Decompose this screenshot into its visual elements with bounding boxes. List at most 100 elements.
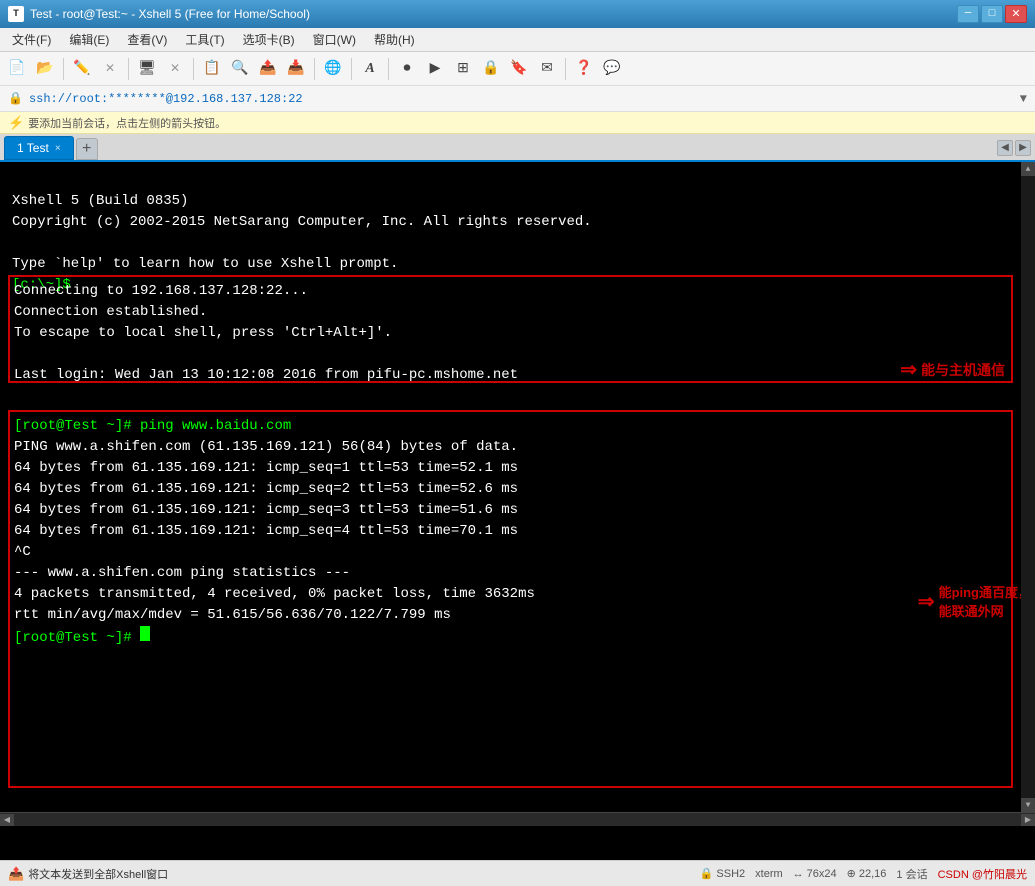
infobar: ⚡ 要添加当前会话，点击左侧的箭头按钮。 xyxy=(0,112,1035,134)
toolbar-pen[interactable]: ✏️ xyxy=(69,56,95,82)
infobar-text: 要添加当前会话，点击左侧的箭头按钮。 xyxy=(28,115,226,131)
toolbar-sep3 xyxy=(193,58,194,80)
titlebar-title: Test - root@Test:~ - Xshell 5 (Free for … xyxy=(30,7,310,21)
cursor xyxy=(140,626,150,641)
lock-icon-status: 🔒 xyxy=(700,867,714,880)
toolbar-transfer2[interactable]: 📥 xyxy=(283,56,309,82)
menu-file[interactable]: 文件(F) xyxy=(4,29,59,50)
toolbar-lock[interactable]: 🔒 xyxy=(478,56,504,82)
status-brand-text: CSDN @竹阳晨光 xyxy=(938,866,1027,882)
term-line-1: Xshell 5 (Build 0835) xyxy=(12,193,188,209)
toolbar-resize[interactable]: ⊞ xyxy=(450,56,476,82)
statusbar-send: 📤 将文本发送到全部Xshell窗口 xyxy=(8,866,698,882)
toolbar-x[interactable]: ✕ xyxy=(97,56,123,82)
status-ssh: SSH2 xyxy=(716,868,745,880)
menu-tabs[interactable]: 选项卡(B) xyxy=(235,29,303,50)
toolbar: 📄 📂 ✏️ ✕ 🖥 ✕ 📋 🔍 📤 📥 🌐 A ⏺ ▶ ⊞ 🔒 🔖 ✉ ❓ 💬 xyxy=(0,52,1035,86)
address-url[interactable]: ssh://root:********@192.168.137.128:22 xyxy=(29,92,1014,106)
toolbar-new[interactable]: 📄 xyxy=(4,56,30,82)
status-sessions-value: 1 会话 xyxy=(896,866,927,882)
scroll-right[interactable]: ▶ xyxy=(1021,814,1035,826)
toolbar-search[interactable]: 🔍 xyxy=(227,56,253,82)
menu-help[interactable]: 帮助(H) xyxy=(366,29,423,50)
toolbar-sep6 xyxy=(388,58,389,80)
menu-edit[interactable]: 编辑(E) xyxy=(61,29,117,50)
menu-view[interactable]: 查看(V) xyxy=(119,29,175,50)
connection-text: Connecting to 192.168.137.128:22... Conn… xyxy=(14,281,518,386)
status-pos: ⊕ 22,16 xyxy=(847,867,887,880)
titlebar-buttons: ─ □ ✕ xyxy=(957,5,1027,23)
addressbar: 🔒 ssh://root:********@192.168.137.128:22… xyxy=(0,86,1035,112)
pos-icon: ⊕ xyxy=(847,867,856,880)
annotation-arrow-1: ⇒ xyxy=(900,357,917,382)
statusbar-send-text: 将文本发送到全部Xshell窗口 xyxy=(28,866,168,882)
toolbar-play[interactable]: ▶ xyxy=(422,56,448,82)
tab-nav: ◀ ▶ xyxy=(997,140,1031,156)
menu-window[interactable]: 窗口(W) xyxy=(305,29,364,50)
term-line-2: Copyright (c) 2002-2015 NetSarang Comput… xyxy=(12,214,592,230)
toolbar-sep5 xyxy=(351,58,352,80)
terminal-wrapper[interactable]: Xshell 5 (Build 0835) Copyright (c) 2002… xyxy=(0,162,1035,860)
tab-close-icon[interactable]: × xyxy=(55,143,61,154)
status-pos-value: 22,16 xyxy=(859,868,887,880)
toolbar-font[interactable]: A xyxy=(357,56,383,82)
toolbar-copy[interactable]: 📋 xyxy=(199,56,225,82)
tab-nav-right-btn[interactable]: ▶ xyxy=(1015,140,1031,156)
term-line-4: Type `help' to learn how to use Xshell p… xyxy=(12,256,398,272)
toolbar-rec[interactable]: ⏺ xyxy=(394,56,420,82)
toolbar-connect[interactable]: 🖥 xyxy=(134,56,160,82)
toolbar-help[interactable]: ❓ xyxy=(571,56,597,82)
status-sessions: 1 会话 xyxy=(896,866,927,882)
status-lock: 🔒 SSH2 xyxy=(700,867,745,880)
main-area: Xshell 5 (Build 0835) Copyright (c) 2002… xyxy=(0,162,1035,860)
ping-text: [root@Test ~]# ping www.baidu.com PING w… xyxy=(14,416,535,649)
scrollbar[interactable]: ▲ ▼ xyxy=(1021,162,1035,812)
minimize-button[interactable]: ─ xyxy=(957,5,979,23)
tab-nav-left[interactable]: ◀ xyxy=(997,140,1013,156)
tabbar: 1 Test × + ◀ ▶ xyxy=(0,134,1035,162)
status-rows-value: 76x24 xyxy=(807,868,837,880)
tab-label: 1 Test xyxy=(17,141,49,155)
annotation-1: ⇒ 能与主机通信 xyxy=(900,357,1005,382)
annotation-2: ⇒ 能ping通百度， 能联通外网 xyxy=(918,582,1031,620)
send-icon: 📤 xyxy=(8,866,24,882)
toolbar-globe[interactable]: 🌐 xyxy=(320,56,346,82)
scroll-down[interactable]: ▼ xyxy=(1021,798,1035,812)
status-term-label: xterm xyxy=(755,868,783,880)
app-icon: T xyxy=(8,6,24,22)
maximize-button[interactable]: □ xyxy=(981,5,1003,23)
addressbar-arrow[interactable]: ▼ xyxy=(1020,92,1027,106)
lock-icon: 🔒 xyxy=(8,91,23,106)
toolbar-sep7 xyxy=(565,58,566,80)
toolbar-x2[interactable]: ✕ xyxy=(162,56,188,82)
statusbar-right: 🔒 SSH2 xterm ↔ 76x24 ⊕ 22,16 1 会话 CSDN @… xyxy=(700,866,1027,882)
rows-icon: ↔ xyxy=(793,868,804,880)
tab-add-button[interactable]: + xyxy=(76,138,98,160)
toolbar-sep1 xyxy=(63,58,64,80)
close-button[interactable]: ✕ xyxy=(1005,5,1027,23)
toolbar-bookmark[interactable]: 🔖 xyxy=(506,56,532,82)
annotation-2-inner: ⇒ 能ping通百度， 能联通外网 xyxy=(918,582,1031,620)
toolbar-msg[interactable]: 💬 xyxy=(599,56,625,82)
status-term: xterm xyxy=(755,868,783,880)
scroll-left[interactable]: ◀ xyxy=(0,814,14,826)
toolbar-compose[interactable]: ✉ xyxy=(534,56,560,82)
tab-1-test[interactable]: 1 Test × xyxy=(4,136,74,160)
menubar: 文件(F) 编辑(E) 查看(V) 工具(T) 选项卡(B) 窗口(W) 帮助(… xyxy=(0,28,1035,52)
toolbar-open[interactable]: 📂 xyxy=(32,56,58,82)
statusbar: 📤 将文本发送到全部Xshell窗口 🔒 SSH2 xterm ↔ 76x24 … xyxy=(0,860,1035,886)
toolbar-sep2 xyxy=(128,58,129,80)
infobar-icon: ⚡ xyxy=(8,115,24,131)
toolbar-transfer[interactable]: 📤 xyxy=(255,56,281,82)
annotation-text-1: 能与主机通信 xyxy=(921,360,1005,380)
menu-tools[interactable]: 工具(T) xyxy=(177,29,232,50)
titlebar: T Test - root@Test:~ - Xshell 5 (Free fo… xyxy=(0,0,1035,28)
scroll-up[interactable]: ▲ xyxy=(1021,162,1035,176)
terminal[interactable]: Xshell 5 (Build 0835) Copyright (c) 2002… xyxy=(0,162,1035,812)
status-rows: ↔ 76x24 xyxy=(793,868,837,880)
annotation-text-2: 能ping通百度， 能联通外网 xyxy=(939,582,1031,620)
bottom-scrollbar[interactable]: ◀ ▶ xyxy=(0,812,1035,826)
toolbar-sep4 xyxy=(314,58,315,80)
annotation-arrow-2: ⇒ xyxy=(918,589,935,614)
scroll-track xyxy=(1021,176,1035,798)
